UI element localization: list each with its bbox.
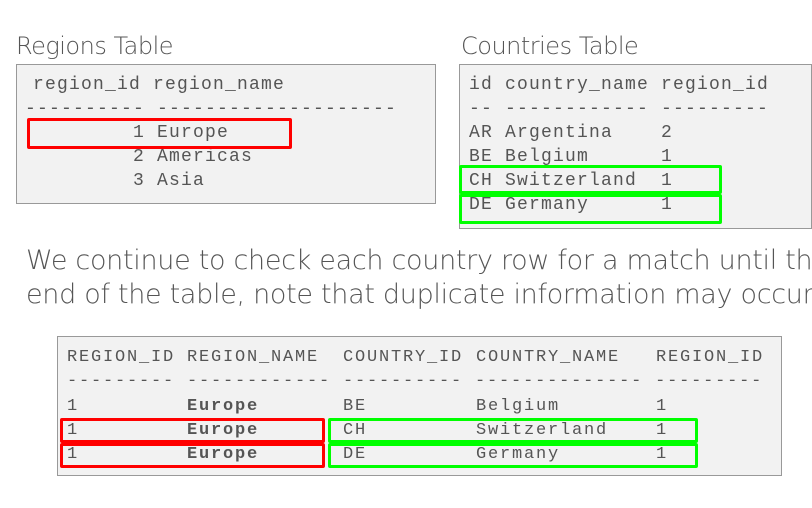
result-header-region-id: REGION_ID xyxy=(67,348,176,367)
result-header-country-name: COUNTRY_NAME xyxy=(476,348,621,367)
regions-row: 3 Asia xyxy=(25,171,206,191)
countries-divider: -- ------------ --------- xyxy=(469,99,770,119)
countries-row: AR Argentina 2 xyxy=(469,123,674,143)
regions-row: 2 Americas xyxy=(25,147,254,167)
explanation-line-1: We continue to check each country row fo… xyxy=(26,245,812,276)
result-header-region-name: REGION_NAME xyxy=(187,348,320,367)
result-cell: Belgium xyxy=(476,397,561,416)
result-cell: BE xyxy=(343,397,368,416)
result-cell: 1 xyxy=(656,397,669,416)
regions-divider: ---------- -------------------- xyxy=(25,99,398,119)
germany-highlight xyxy=(459,194,722,224)
regions-table-title: Regions Table xyxy=(16,32,174,60)
switzerland-highlight xyxy=(459,165,722,194)
explanation-text: We continue to check each country row fo… xyxy=(26,244,812,312)
regions-header: region_id region_name xyxy=(21,75,286,95)
countries-row: BE Belgium 1 xyxy=(469,147,674,167)
result-divider: --------- ------------ ---------- ------… xyxy=(67,372,764,391)
result-country-highlight xyxy=(328,418,698,443)
countries-table-title: Countries Table xyxy=(461,32,639,60)
europe-highlight xyxy=(27,118,292,149)
result-header-country-id: COUNTRY_ID xyxy=(343,348,464,367)
explanation-line-2: end of the table, note that duplicate in… xyxy=(26,279,812,310)
result-cell: 1 xyxy=(67,397,80,416)
result-cell: Europe xyxy=(187,397,260,416)
result-region-highlight xyxy=(60,443,325,468)
result-region-highlight xyxy=(60,418,325,443)
countries-header: id country_name region_id xyxy=(469,75,770,95)
result-header-region-id-2: REGION_ID xyxy=(656,348,765,367)
result-country-highlight xyxy=(328,443,698,468)
